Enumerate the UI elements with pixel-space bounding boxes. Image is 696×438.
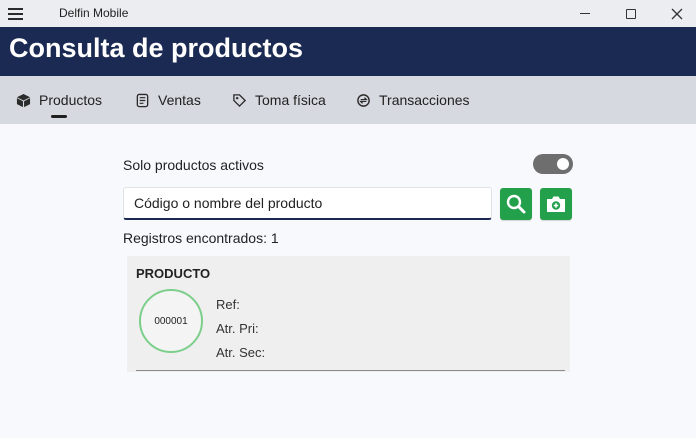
search-button[interactable] [500, 188, 532, 220]
ref-label: Ref: [216, 297, 240, 312]
close-icon [671, 8, 683, 19]
toggle-knob [557, 158, 569, 170]
tab-label: Transacciones [379, 92, 470, 108]
page-header: Consulta de productos [0, 27, 696, 76]
card-divider [136, 370, 565, 371]
records-found-count: Registros encontrados: 1 [123, 230, 279, 246]
tab-bar: Productos Ventas Toma física Transaccion… [0, 76, 696, 124]
minimize-button[interactable] [562, 0, 608, 27]
hamburger-menu-icon[interactable] [4, 2, 28, 24]
tab-label: Toma física [255, 92, 326, 108]
maximize-button[interactable] [608, 0, 654, 27]
search-icon [506, 194, 526, 214]
maximize-icon [626, 8, 636, 19]
tab-label: Productos [39, 92, 103, 108]
page-title: Consulta de productos [9, 33, 304, 63]
camera-add-icon [547, 196, 565, 212]
minimize-icon [580, 13, 590, 14]
close-button[interactable] [654, 0, 696, 27]
scan-camera-button[interactable] [540, 188, 572, 220]
tab-ventas[interactable]: Ventas [134, 76, 201, 124]
active-only-label: Solo productos activos [123, 157, 264, 173]
tab-toma-fisica[interactable]: Toma física [231, 76, 326, 124]
receipt-icon [134, 92, 150, 108]
product-card[interactable]: PRODUCTO 000001 Ref: Atr. Pri: Atr. Sec: [127, 256, 570, 372]
tab-label: Ventas [158, 92, 201, 108]
product-code-avatar: 000001 [139, 289, 203, 353]
selected-tab-indicator [51, 115, 67, 118]
product-search-input[interactable] [123, 187, 492, 220]
window-title: Delfin Mobile [59, 6, 129, 20]
product-card-title: PRODUCTO [136, 266, 211, 281]
tab-transacciones[interactable]: Transacciones [355, 76, 470, 124]
exchange-icon [355, 92, 371, 108]
window-titlebar: Delfin Mobile [0, 0, 696, 27]
atr-pri-label: Atr. Pri: [216, 321, 259, 336]
atr-sec-label: Atr. Sec: [216, 345, 266, 360]
tag-icon [231, 92, 247, 108]
cube-icon [15, 92, 31, 108]
active-only-toggle[interactable] [533, 154, 573, 174]
